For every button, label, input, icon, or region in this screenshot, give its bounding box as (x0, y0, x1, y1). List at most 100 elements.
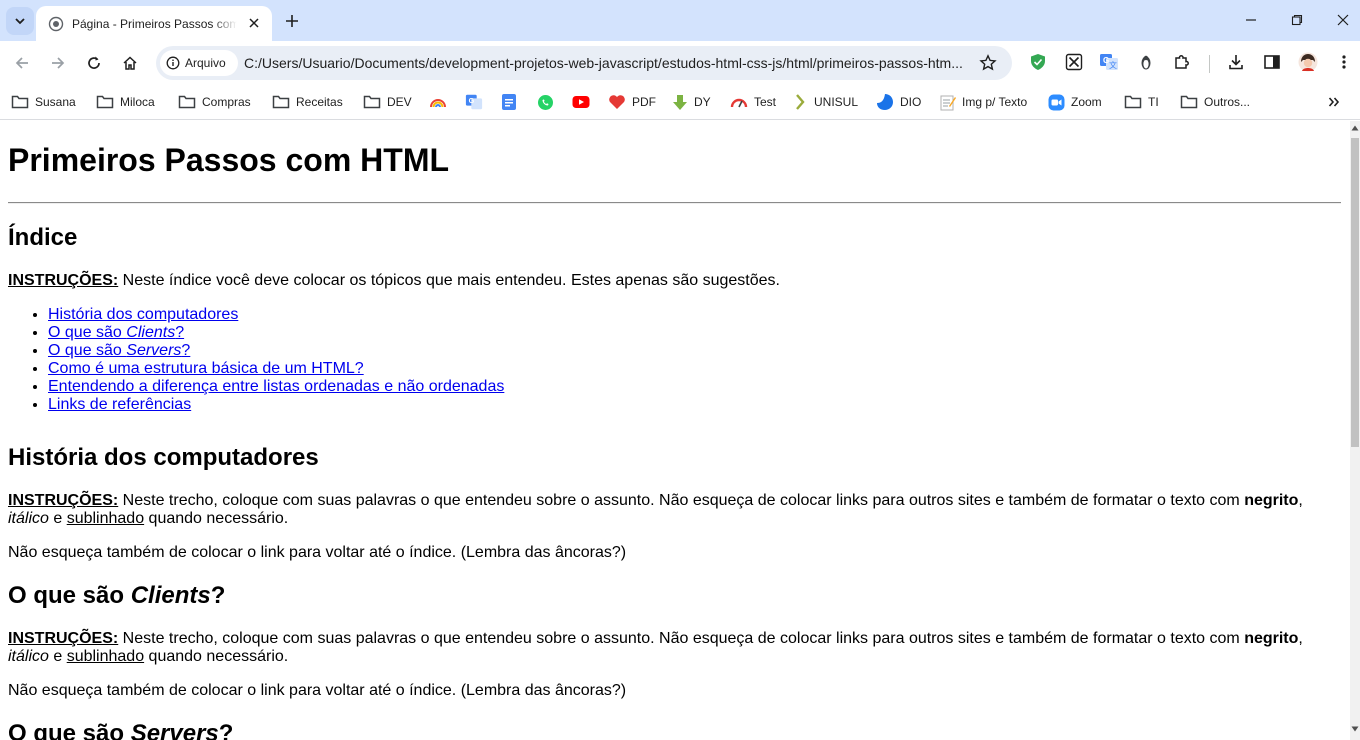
back-arrow-icon (15, 57, 28, 69)
translate-extension-button[interactable]: G文 (1098, 51, 1120, 73)
bookmark-rainbow[interactable] (429, 91, 447, 113)
index-link-referencias[interactable]: Links de referências (48, 396, 191, 413)
folder-icon (272, 95, 290, 109)
bookmark-folder-compras[interactable]: Compras (178, 91, 251, 113)
index-link-servers[interactable]: O que são Servers? (48, 342, 190, 359)
home-icon (123, 56, 137, 70)
back-button[interactable] (8, 49, 36, 77)
browser-tab[interactable]: Página - Primeiros Passos com HTML (36, 6, 272, 41)
plus-icon (286, 15, 298, 27)
tab-search-button[interactable] (6, 7, 34, 35)
svg-text:文: 文 (1109, 60, 1117, 70)
puzzle-icon (1175, 55, 1189, 69)
reload-button[interactable] (80, 49, 108, 77)
page-viewport: Primeiros Passos com HTML Índice INSTRUÇ… (0, 121, 1350, 740)
bookmark-folder-miloca[interactable]: Miloca (96, 91, 155, 113)
tab-strip: Página - Primeiros Passos com HTML (0, 0, 1360, 41)
bookmark-folder-receitas[interactable]: Receitas (272, 91, 343, 113)
restore-icon (1291, 14, 1303, 26)
penguin-extension-button[interactable] (1135, 51, 1157, 73)
scissors-icon (1065, 53, 1083, 71)
bookmark-folder-dev[interactable]: DEV (363, 91, 412, 113)
more-bookmarks-button[interactable] (1324, 92, 1344, 112)
bookmark-translate[interactable]: G (465, 91, 483, 113)
restore-button[interactable] (1274, 5, 1320, 35)
bookmark-dy[interactable]: DY (672, 91, 711, 113)
new-tab-button[interactable] (280, 9, 304, 33)
folder-icon (1180, 95, 1198, 109)
bookmark-star-button[interactable] (976, 51, 1000, 75)
anchor-reminder: Não esqueça também de colocar o link par… (8, 544, 627, 561)
double-chevron-right-icon (1328, 97, 1340, 107)
bookmark-label: Test (754, 95, 777, 109)
bookmark-label: Receitas (296, 95, 343, 109)
bookmark-label: DY (694, 95, 711, 109)
bookmark-test[interactable]: Test (730, 91, 776, 113)
home-button[interactable] (116, 49, 144, 77)
title-divider (8, 202, 1341, 204)
bookmark-unisul[interactable]: UNISUL (794, 91, 858, 113)
info-icon (166, 56, 180, 70)
site-info-chip[interactable]: Arquivo (160, 50, 238, 76)
bookmark-folder-ti[interactable]: TI (1124, 91, 1159, 113)
list-item: Entendendo a diferença entre listas orde… (48, 378, 1341, 396)
scroll-up-arrow[interactable] (1350, 125, 1360, 133)
triangle-down-icon (1351, 726, 1359, 732)
bookmark-folder-susana[interactable]: Susana (11, 91, 76, 113)
anchor-reminder: Não esqueça também de colocar o link par… (8, 682, 627, 699)
list-item: O que são Clients? (48, 324, 1341, 342)
bookmark-label: Zoom (1071, 95, 1102, 109)
minimize-button[interactable] (1228, 5, 1274, 35)
globe-icon (48, 16, 64, 37)
list-item: Links de referências (48, 396, 1341, 414)
bookmark-whatsapp[interactable] (537, 91, 554, 113)
address-bar[interactable]: Arquivo C:/Users/Usuario/Documents/devel… (156, 46, 1012, 80)
profile-button[interactable] (1297, 51, 1319, 73)
scroll-down-arrow[interactable] (1350, 726, 1360, 734)
close-tab-icon[interactable] (245, 14, 263, 32)
section-instructions: INSTRUÇÕES: Neste trecho, coloque com su… (8, 492, 1303, 527)
download-icon (1229, 55, 1243, 70)
forward-button[interactable] (44, 49, 72, 77)
memo-icon (940, 95, 956, 110)
index-link-clients[interactable]: O que são Clients? (48, 324, 184, 341)
downloads-button[interactable] (1225, 51, 1247, 73)
page-scrollbar[interactable] (1350, 121, 1360, 740)
index-link-historia[interactable]: História dos computadores (48, 306, 238, 323)
extensions-button[interactable] (1171, 51, 1193, 73)
close-window-button[interactable] (1320, 5, 1360, 35)
rainbow-icon (430, 99, 446, 108)
pdf-heart-icon (609, 95, 625, 109)
side-panel-button[interactable] (1261, 51, 1283, 73)
scissors-extension-button[interactable] (1063, 51, 1085, 73)
url-text[interactable]: C:/Users/Usuario/Documents/development-p… (244, 55, 974, 71)
section-heading-servers: O que são Servers? (8, 720, 234, 740)
bookmark-folder-outros[interactable]: Outros... (1180, 91, 1250, 113)
triangle-up-icon (1351, 125, 1359, 131)
shield-extension-button[interactable] (1027, 51, 1049, 73)
google-translate-icon: G文 (1100, 54, 1118, 70)
close-icon (1337, 14, 1349, 26)
folder-icon (363, 95, 381, 109)
youtube-icon (572, 96, 590, 108)
index-link-estrutura[interactable]: Como é uma estrutura básica de um HTML? (48, 360, 364, 377)
index-link-listas[interactable]: Entendendo a diferença entre listas orde… (48, 378, 504, 395)
bookmark-img-texto[interactable]: Img p/ Texto (940, 91, 1027, 113)
security-chip-label: Arquivo (185, 56, 226, 70)
bookmark-dio[interactable]: DIO (876, 91, 921, 113)
section-heading-clients: O que são Clients? (8, 582, 226, 609)
tab-title: Página - Primeiros Passos com HTML (72, 17, 237, 31)
list-item: História dos computadores (48, 306, 1341, 324)
bookmark-youtube[interactable] (572, 91, 590, 113)
page-content: Primeiros Passos com HTML Índice INSTRUÇ… (8, 121, 1341, 740)
section-heading-historia: História dos computadores (8, 444, 319, 471)
bookmark-zoom[interactable]: Zoom (1048, 91, 1102, 113)
bookmark-docs[interactable] (501, 91, 517, 113)
list-item: Como é uma estrutura básica de um HTML? (48, 360, 1341, 378)
browser-menu-button[interactable] (1333, 51, 1355, 73)
scrollbar-thumb[interactable] (1351, 138, 1359, 447)
bookmark-pdf[interactable]: PDF (608, 91, 656, 113)
page-title: Primeiros Passos com HTML (8, 142, 450, 178)
bookmark-label: DIO (900, 95, 922, 109)
download-arrow-icon (673, 94, 687, 110)
